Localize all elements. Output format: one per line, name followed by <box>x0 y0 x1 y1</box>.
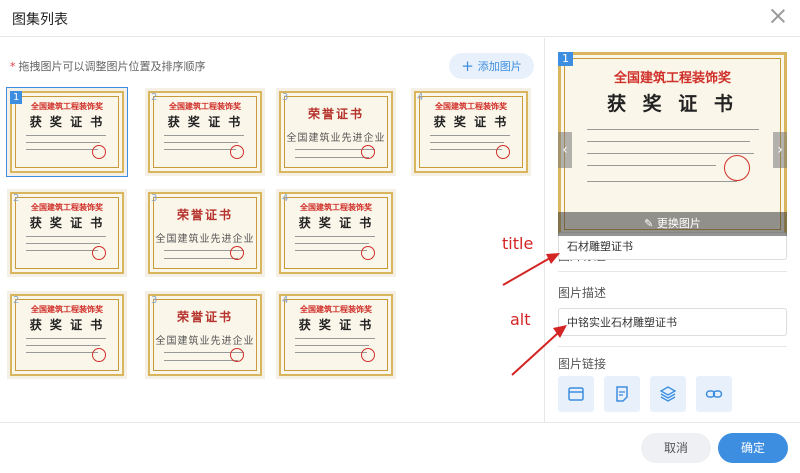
prev-arrow-icon[interactable]: ‹ <box>558 132 572 168</box>
add-image-label: 添加图片 <box>477 60 522 73</box>
certificate-image: 全国建筑工程装饰奖获 奖 证 书 <box>279 192 393 274</box>
thumbnail-index-badge: 2 <box>13 295 20 306</box>
thumbnail-item[interactable]: 3 荣誉证书 全国建筑业先进企业 <box>276 88 396 176</box>
seal-icon <box>229 144 244 159</box>
window-icon[interactable] <box>558 376 594 412</box>
pencil-icon: ✎ <box>644 217 657 230</box>
preview-index-badge: 1 <box>558 52 573 66</box>
thumbnail-index-badge: 4 <box>282 295 289 306</box>
certificate-image: 荣誉证书全国建筑业先进企业 <box>148 294 262 376</box>
image-description-input[interactable] <box>558 308 787 336</box>
cert-title: 全国建筑业先进企业 <box>155 336 255 347</box>
cancel-button[interactable]: 取消 <box>641 433 711 463</box>
page-icon[interactable] <box>604 376 640 412</box>
cert-heading: 全国建筑工程装饰奖 <box>31 203 103 212</box>
cert-heading: 全国建筑工程装饰奖 <box>300 305 372 314</box>
thumbnail-item[interactable]: 2 全国建筑工程装饰奖获 奖 证 书 <box>145 88 265 176</box>
preview-certificate-image: 全国建筑工程装饰奖 获 奖 证 书 <box>558 52 787 236</box>
plus-icon: + <box>461 57 474 75</box>
thumbnail-item[interactable]: 2 全国建筑工程装饰奖获 奖 证 书 <box>7 291 127 379</box>
confirm-button[interactable]: 确定 <box>718 433 788 463</box>
certificate-image: 全国建筑工程装饰奖获 奖 证 书 <box>148 91 262 173</box>
divider <box>558 346 787 347</box>
add-image-button[interactable]: + 添加图片 <box>449 53 534 79</box>
thumbnail-index-badge: 4 <box>417 92 424 103</box>
certificate-image: 全国建筑工程装饰奖获 奖 证 书 <box>279 294 393 376</box>
seal-icon <box>91 245 106 260</box>
preview-cert-heading: 全国建筑工程装饰奖 <box>613 71 731 86</box>
dialog-header: 图集列表 <box>0 0 800 37</box>
replace-image-label: 更换图片 <box>656 217 701 230</box>
title-annotation: title <box>502 234 534 253</box>
required-star: * <box>10 60 16 73</box>
thumbnail-item[interactable]: 4 全国建筑工程装饰奖获 奖 证 书 <box>276 291 396 379</box>
cert-heading: 全国建筑工程装饰奖 <box>31 102 103 111</box>
seal-icon <box>229 347 244 362</box>
thumbnail-index-badge: 3 <box>151 193 158 204</box>
cert-heading: 全国建筑工程装饰奖 <box>300 203 372 212</box>
layers-icon[interactable] <box>650 376 686 412</box>
thumbnail-item[interactable]: 1 全国建筑工程装饰奖获 奖 证 书 <box>6 87 128 177</box>
divider <box>558 271 787 272</box>
drag-hint: * 拖拽图片可以调整图片位置及排序顺序 <box>10 58 206 74</box>
seal-icon <box>360 245 375 260</box>
certificate-image: 全国建筑工程装饰奖获 奖 证 书 <box>10 192 124 274</box>
thumbnail-item[interactable]: 3 荣誉证书 全国建筑业先进企业 <box>145 291 265 379</box>
image-preview: 1 全国建筑工程装饰奖 获 奖 证 书 ‹ › ✎ 更换图片 <box>558 52 787 236</box>
replace-image-button[interactable]: ✎ 更换图片 <box>558 212 787 236</box>
certificate-image: 全国建筑工程装饰奖获 奖 证 书 <box>10 294 124 376</box>
cert-title: 获 奖 证 书 <box>433 115 509 129</box>
cert-title: 获 奖 证 书 <box>298 216 374 230</box>
thumbnail-index-badge: 1 <box>10 91 23 104</box>
cert-title: 获 奖 证 书 <box>29 216 105 230</box>
cert-heading: 荣誉证书 <box>176 208 233 222</box>
thumbnail-index-badge: 3 <box>151 295 158 306</box>
thumbnail-item[interactable]: 4 全国建筑工程装饰奖获 奖 证 书 <box>276 189 396 277</box>
cert-heading: 全国建筑工程装饰奖 <box>435 102 507 111</box>
cert-heading: 全国建筑工程装饰奖 <box>31 305 103 314</box>
thumbnail-item[interactable]: 4 全国建筑工程装饰奖获 奖 证 书 <box>411 88 531 176</box>
cert-title: 获 奖 证 书 <box>29 318 105 332</box>
image-title-input[interactable] <box>558 232 787 260</box>
next-arrow-icon[interactable]: › <box>773 132 787 168</box>
dialog-footer: 取消 确定 <box>0 422 800 473</box>
cert-heading: 全国建筑工程装饰奖 <box>169 102 241 111</box>
seal-icon <box>360 144 375 159</box>
gallery-panel: * 拖拽图片可以调整图片位置及排序顺序 + 添加图片 1 全国建筑工程装饰奖获 奖 证… <box>0 38 545 422</box>
dialog-title: 图集列表 <box>12 12 68 28</box>
cert-title: 全国建筑业先进企业 <box>286 133 386 144</box>
alt-annotation: alt <box>510 310 531 329</box>
link-icon[interactable] <box>696 376 732 412</box>
seal-icon <box>229 245 244 260</box>
thumbnail-item[interactable]: 3 荣誉证书 全国建筑业先进企业 <box>145 189 265 277</box>
cert-title: 获 奖 证 书 <box>167 115 243 129</box>
certificate-image: 荣誉证书全国建筑业先进企业 <box>279 91 393 173</box>
link-field-label: 图片链接 <box>558 357 607 371</box>
thumbnail-index-badge: 2 <box>13 193 20 204</box>
drag-hint-text: 拖拽图片可以调整图片位置及排序顺序 <box>18 60 206 73</box>
detail-panel: 1 全国建筑工程装饰奖 获 奖 证 书 ‹ › ✎ 更换图片 图片标题 图片描述… <box>546 38 800 422</box>
cert-heading: 荣誉证书 <box>176 310 233 324</box>
preview-cert-title: 获 奖 证 书 <box>607 93 738 115</box>
close-icon[interactable] <box>768 6 788 26</box>
thumbnail-item[interactable]: 2 全国建筑工程装饰奖获 奖 证 书 <box>7 189 127 277</box>
thumbnail-index-badge: 4 <box>282 193 289 204</box>
seal-icon <box>360 347 375 362</box>
cert-title: 获 奖 证 书 <box>29 115 105 129</box>
seal-icon <box>495 144 510 159</box>
thumbnail-index-badge: 3 <box>282 92 289 103</box>
seal-icon <box>91 347 106 362</box>
thumbnail-index-badge: 2 <box>151 92 158 103</box>
seal-icon <box>91 144 106 159</box>
seal-icon <box>723 155 750 182</box>
desc-field-label: 图片描述 <box>558 286 607 300</box>
thumbnail-grid: 1 全国建筑工程装饰奖获 奖 证 书 2 全国建筑工程装饰奖获 奖 证 书 3 荣誉证书全… <box>6 87 537 418</box>
certificate-image: 荣誉证书全国建筑业先进企业 <box>148 192 262 274</box>
certificate-image: 全国建筑工程装饰奖获 奖 证 书 <box>414 91 528 173</box>
cert-title: 全国建筑业先进企业 <box>155 234 255 245</box>
cert-heading: 荣誉证书 <box>307 107 364 121</box>
certificate-image: 全国建筑工程装饰奖获 奖 证 书 <box>10 91 124 173</box>
cert-title: 获 奖 证 书 <box>298 318 374 332</box>
